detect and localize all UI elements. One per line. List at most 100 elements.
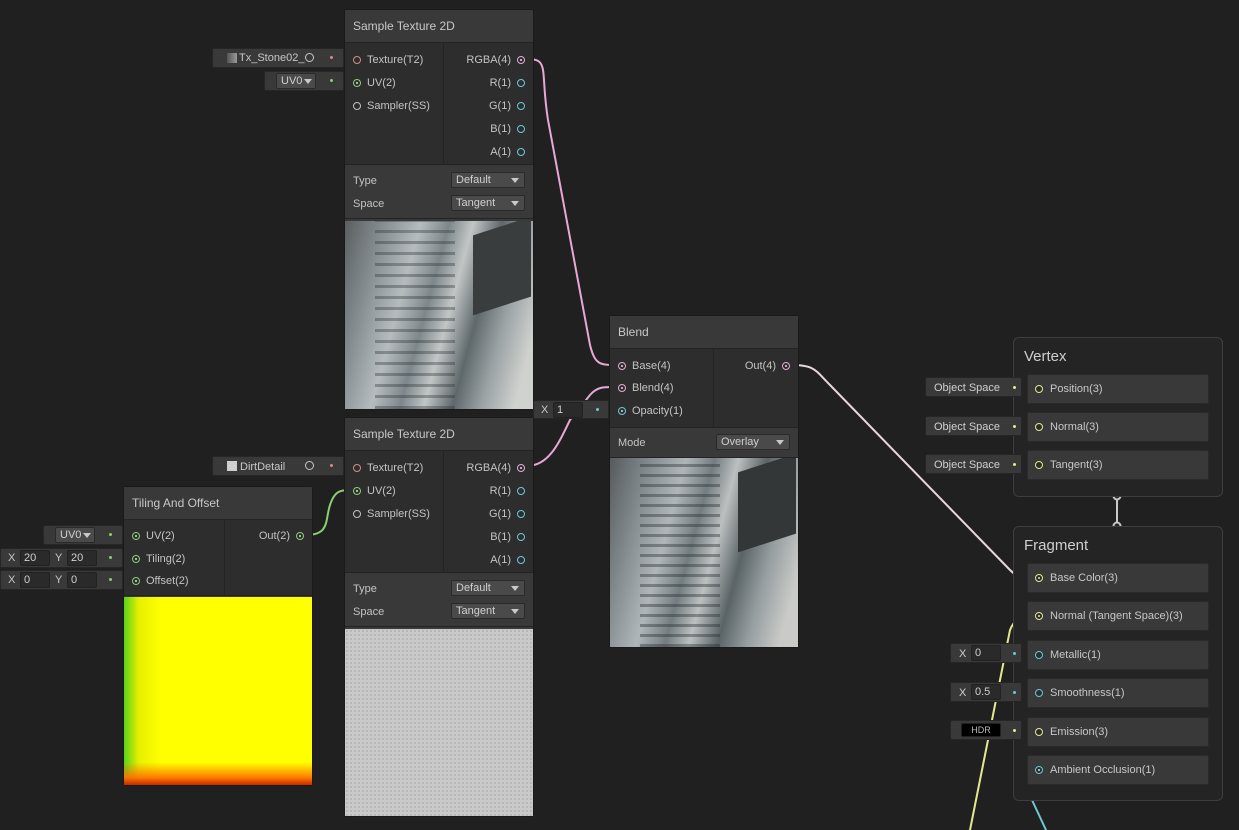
wire-rgba2-to-blend[interactable] — [526, 385, 618, 467]
block-position[interactable]: Position(3) — [1027, 374, 1209, 404]
input-port-opacity[interactable]: Opacity(1) — [618, 402, 683, 420]
blend-node[interactable]: Blend Base(4) Blend(4) Opacity(1) Out(4)… — [609, 315, 799, 648]
opacity-field[interactable]: 1 — [553, 402, 583, 418]
tiling-uv-input[interactable]: UV0 — [43, 525, 123, 545]
uv-channel-dropdown[interactable]: UV0 — [276, 73, 316, 89]
fragment-stack[interactable]: Fragment Base Color(3) Normal (Tangent S… — [1013, 526, 1223, 801]
node-title[interactable]: Blend — [610, 316, 798, 349]
uv-channel-dropdown[interactable]: UV0 — [55, 527, 95, 543]
port-dot-icon — [517, 464, 525, 472]
block-emission[interactable]: Emission(3) — [1027, 717, 1209, 747]
emission-input[interactable]: HDR — [950, 720, 1022, 740]
output-port-r[interactable]: R(1) — [490, 482, 525, 500]
input-port-sampler[interactable]: Sampler(SS) — [353, 505, 430, 523]
offset-y-field[interactable]: 0 — [67, 572, 97, 588]
output-port-rgba[interactable]: RGBA(4) — [466, 459, 525, 477]
node-title[interactable]: Tiling And Offset — [124, 487, 312, 520]
output-port-g[interactable]: G(1) — [489, 505, 525, 523]
smoothness-input[interactable]: X 0.5 — [950, 682, 1022, 702]
stack-link — [1112, 491, 1122, 531]
tiling-x-field[interactable]: 20 — [20, 550, 50, 566]
tiling-x-label: X — [8, 552, 16, 564]
output-port-r[interactable]: R(1) — [490, 74, 525, 92]
port-connector — [596, 408, 599, 411]
offset-x-field[interactable]: 0 — [20, 572, 50, 588]
texture-preview-stone — [345, 221, 533, 409]
input-port-blend[interactable]: Blend(4) — [618, 379, 674, 397]
block-ambient-occlusion[interactable]: Ambient Occlusion(1) — [1027, 755, 1209, 785]
emission-color-field[interactable]: HDR — [961, 723, 1001, 737]
port-dot-icon — [517, 125, 525, 133]
input-port-texture[interactable]: Texture(T2) — [353, 459, 423, 477]
input-port-uv[interactable]: UV(2) — [353, 482, 396, 500]
port-dot-icon — [1035, 385, 1043, 393]
sample-texture-node-2[interactable]: Sample Texture 2D Texture(T2) UV(2) Samp… — [344, 417, 534, 817]
fragment-title: Fragment — [1024, 537, 1089, 554]
input-port-uv[interactable]: UV(2) — [132, 527, 175, 545]
metallic-x-label: X — [959, 648, 967, 660]
metallic-input[interactable]: X 0 — [950, 643, 1022, 663]
block-tangent[interactable]: Tangent(3) — [1027, 450, 1209, 480]
node-title[interactable]: Sample Texture 2D — [345, 10, 533, 43]
port-dot-icon — [296, 532, 304, 540]
preview-shadow-shape — [738, 458, 796, 553]
output-port-rgba[interactable]: RGBA(4) — [466, 51, 525, 69]
opacity-input[interactable]: X 1 — [533, 400, 609, 419]
output-port-a[interactable]: A(1) — [490, 143, 525, 161]
input-port-uv[interactable]: UV(2) — [353, 74, 396, 92]
tiling-y-label: Y — [55, 552, 63, 564]
normal-space-input[interactable]: Object Space — [925, 416, 1022, 436]
port-dot-icon — [517, 487, 525, 495]
texture-input-2[interactable]: DirtDetail — [212, 456, 344, 476]
output-port-g[interactable]: G(1) — [489, 97, 525, 115]
block-smoothness[interactable]: Smoothness(1) — [1027, 678, 1209, 708]
offset-vector-input[interactable]: X 0 Y 0 — [0, 570, 123, 590]
node-settings: Mode Overlay — [610, 428, 798, 458]
port-dot-icon — [1035, 651, 1043, 659]
type-dropdown[interactable]: Default — [451, 172, 525, 188]
uv-channel-value: UV0 — [281, 75, 303, 87]
port-connector — [109, 556, 112, 559]
input-port-offset[interactable]: Offset(2) — [132, 572, 189, 590]
chevron-down-icon — [511, 586, 519, 591]
block-metallic[interactable]: Metallic(1) — [1027, 640, 1209, 670]
texture-input-1-label: Tx_Stone02_ — [239, 52, 305, 64]
space-dropdown[interactable]: Tangent — [451, 195, 525, 211]
node-title[interactable]: Sample Texture 2D — [345, 418, 533, 451]
type-dropdown[interactable]: Default — [451, 580, 525, 596]
metallic-field[interactable]: 0 — [971, 645, 1001, 661]
port-dot-icon — [1035, 574, 1043, 582]
input-port-texture[interactable]: Texture(T2) — [353, 51, 423, 69]
tiling-vector-input[interactable]: X 20 Y 20 — [0, 548, 123, 568]
input-port-sampler[interactable]: Sampler(SS) — [353, 97, 430, 115]
vertex-stack[interactable]: Vertex Position(3) Normal(3) Tangent(3) — [1013, 337, 1223, 497]
tiling-offset-node[interactable]: Tiling And Offset UV(2) Tiling(2) Offset… — [123, 486, 313, 786]
block-normal-tangent[interactable]: Normal (Tangent Space)(3) — [1027, 601, 1209, 631]
texture-input-1[interactable]: Tx_Stone02_ — [212, 48, 344, 68]
output-port-out[interactable]: Out(4) — [745, 357, 790, 375]
preview-shadow-shape — [473, 221, 531, 316]
wire-rgba-to-base[interactable] — [526, 58, 618, 366]
smoothness-field[interactable]: 0.5 — [971, 684, 1001, 700]
space-dropdown[interactable]: Tangent — [451, 603, 525, 619]
mode-dropdown[interactable]: Overlay — [716, 434, 790, 450]
output-port-out[interactable]: Out(2) — [259, 527, 304, 545]
port-dot-icon — [1035, 461, 1043, 469]
uv-input-1[interactable]: UV0 — [264, 71, 344, 91]
input-port-base[interactable]: Base(4) — [618, 357, 671, 375]
uv-preview — [124, 597, 312, 785]
port-dot-icon — [517, 556, 525, 564]
sample-texture-node-1[interactable]: Sample Texture 2D Texture(T2) UV(2) Samp… — [344, 9, 534, 410]
block-normal[interactable]: Normal(3) — [1027, 412, 1209, 442]
input-port-tiling[interactable]: Tiling(2) — [132, 550, 185, 568]
port-area: Base(4) Blend(4) Opacity(1) Out(4) — [610, 349, 798, 428]
output-port-b[interactable]: B(1) — [490, 528, 525, 546]
tangent-space-input[interactable]: Object Space — [925, 454, 1022, 474]
object-picker-icon[interactable] — [305, 461, 314, 470]
block-base-color[interactable]: Base Color(3) — [1027, 563, 1209, 593]
output-port-a[interactable]: A(1) — [490, 551, 525, 569]
object-picker-icon[interactable] — [305, 53, 314, 62]
position-space-input[interactable]: Object Space — [925, 377, 1022, 397]
output-port-b[interactable]: B(1) — [490, 120, 525, 138]
tiling-y-field[interactable]: 20 — [67, 550, 97, 566]
